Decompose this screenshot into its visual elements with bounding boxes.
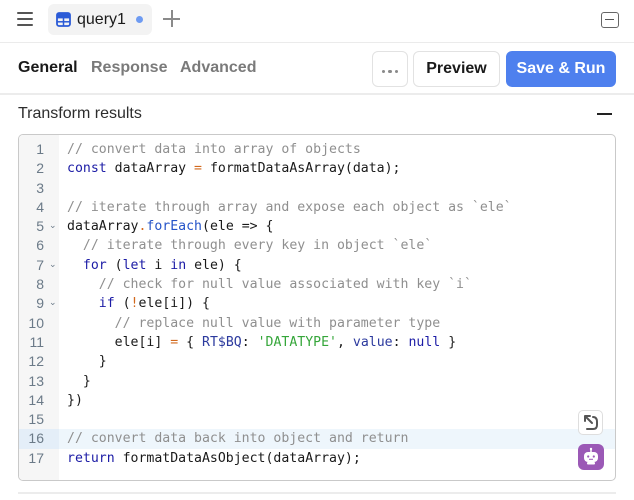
code-line[interactable]: 1 // convert data into array of objects (19, 140, 615, 159)
code-text: // iterate through array and expose each… (67, 199, 512, 215)
code-line[interactable]: 3 (19, 179, 615, 198)
table-icon (56, 12, 71, 27)
ellipsis-icon (380, 60, 400, 78)
tab-general[interactable]: General (18, 59, 78, 77)
code-text: // convert data into array of objects (67, 142, 361, 157)
line-number: 4 (36, 198, 44, 215)
code-line[interactable]: 8 // check for null value associated wit… (19, 275, 615, 294)
code-line[interactable]: 13 } (19, 372, 615, 391)
code-text: // iterate through every key in object `… (82, 238, 433, 254)
code-text: dataArray.forEach(ele => { (67, 219, 274, 235)
code-line[interactable]: 9 ⌄ if (!ele[i]) { (19, 294, 615, 313)
code-text: // check for null value associated with … (98, 277, 472, 293)
line-number: 6 (36, 237, 44, 254)
code-line[interactable]: 17 return formatDataAsObject(dataArray); (19, 449, 615, 468)
code-line[interactable]: 12 } (19, 352, 615, 371)
divider (18, 492, 616, 494)
fold-chevron-icon[interactable]: ⌄ (49, 256, 57, 275)
code-line[interactable]: 11 ele[i] = { RT$BQ: 'DATATYPE', value: … (19, 333, 615, 352)
line-number: 1 (36, 141, 44, 157)
tab-label: query1 (77, 10, 126, 28)
line-number: 11 (29, 333, 44, 350)
tab-query1[interactable]: query1 (48, 4, 152, 35)
code-line[interactable]: 4 // iterate through array and expose eac… (19, 198, 615, 217)
code-text: return formatDataAsObject(dataArray); (67, 450, 361, 466)
minus-icon[interactable] (597, 113, 612, 115)
line-number: 10 (28, 314, 44, 331)
line-number: 15 (28, 411, 44, 428)
code-line[interactable]: 14}) (19, 391, 615, 410)
divider (0, 93, 634, 95)
line-number: 8 (36, 276, 44, 293)
line-number: 16 (19, 429, 59, 449)
save-and-run-button[interactable]: Save & Run (506, 51, 616, 87)
code-text: if (!ele[i]) { (98, 296, 210, 312)
code-text: for (let i in ele) { (82, 257, 242, 273)
unsaved-indicator-dot (135, 16, 143, 23)
top-bar: query1 (0, 0, 634, 40)
code-lines: 1 // convert data into array of objects 2 c… (19, 140, 615, 468)
fold-chevron-icon[interactable]: ⌄ (49, 294, 57, 313)
code-text: // replace null value with parameter typ… (114, 315, 441, 331)
line-number: 2 (36, 160, 44, 177)
code-text: // convert data back into object and ret… (67, 431, 409, 447)
preview-button[interactable]: Preview (413, 51, 500, 87)
ai-assistant-button[interactable] (578, 444, 604, 470)
code-line[interactable]: 2 const dataArray = formatDataAsArray(dat… (19, 159, 615, 178)
fold-chevron-icon[interactable]: ⌄ (49, 217, 57, 236)
plus-icon[interactable] (162, 9, 182, 29)
code-text: }) (67, 392, 83, 408)
code-text: } (67, 354, 107, 370)
code-text: } (67, 373, 91, 389)
code-text: const dataArray = formatDataAsArray(data… (67, 161, 401, 177)
code-text: ele[i] = { RT$BQ: 'DATATYPE', value: nul… (67, 334, 457, 350)
section-title: Transform results (18, 105, 142, 122)
line-number: 17 (28, 449, 44, 466)
code-line[interactable]: 7 ⌄ for (let i in ele) { (19, 256, 615, 275)
hamburger-menu-icon[interactable] (17, 12, 35, 26)
code-line[interactable]: 15 (19, 410, 615, 429)
code-line[interactable]: 16 // convert data back into object and r… (19, 429, 615, 449)
code-editor[interactable]: 1 // convert data into array of objects 2 c… (18, 134, 616, 481)
tab-advanced[interactable]: Advanced (180, 59, 256, 77)
line-number: 14 (28, 391, 44, 408)
refactor-button[interactable] (578, 410, 603, 435)
line-number: 3 (36, 179, 44, 196)
line-number: 13 (28, 372, 44, 389)
ai-assistant-robot-icon (584, 447, 598, 465)
more-options-button[interactable] (372, 51, 408, 87)
tab-response[interactable]: Response (91, 59, 167, 77)
refactor-icon (584, 415, 598, 430)
divider (0, 42, 634, 43)
line-number: 12 (28, 353, 44, 370)
code-line[interactable]: 10 // replace null value with parameter … (19, 314, 615, 333)
code-line[interactable]: 5 ⌄ dataArray.forEach(ele => { (19, 217, 615, 236)
minimize-panel-icon[interactable] (601, 12, 619, 28)
code-line[interactable]: 6 // iterate through every key in object… (19, 236, 615, 255)
